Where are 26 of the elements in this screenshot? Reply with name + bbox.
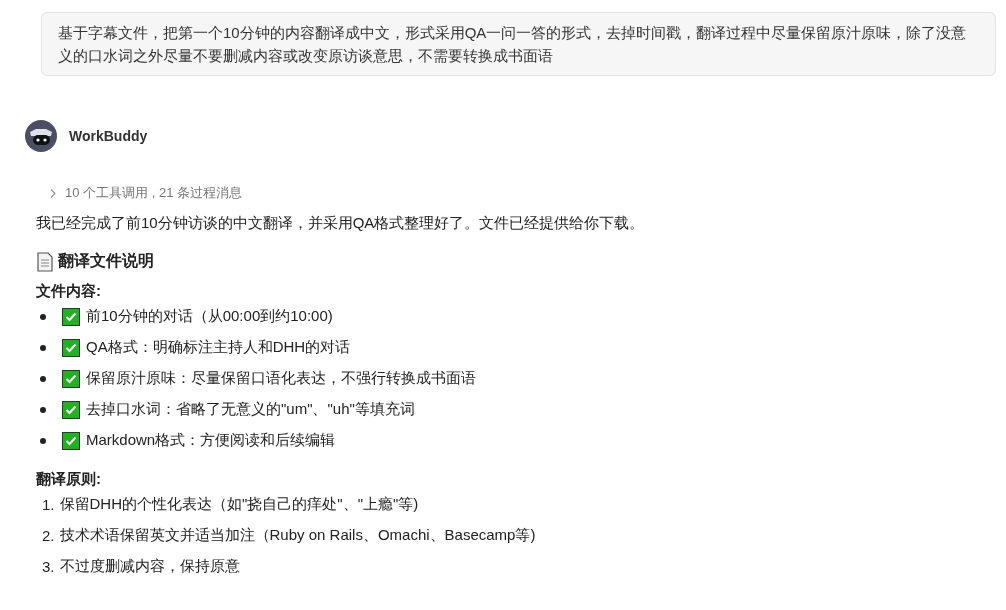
list-number: 3. [42, 558, 55, 575]
subheading: 文件内容: [36, 282, 102, 301]
list-item: 不过度删减内容，保持原意 [59, 557, 240, 576]
document-icon [36, 251, 54, 272]
robot-avatar-icon [25, 120, 57, 152]
list-item: Markdown格式：方便阅读和后续编辑 [86, 431, 336, 450]
list-item: 保留原汁原味：尽量保留口语化表达，不强行转换成书面语 [86, 369, 476, 388]
user-message: 基于字幕文件，把第一个10分钟的内容翻译成中文，形式采用QA一问一答的形式，去掉时间戳，翻译过程中尽量保留原汁原味，除了没意义的口水词之外尽量不要删减内容或改变原访谈意思，不需要转换成书面语 [41, 12, 996, 76]
tool-summary[interactable]: 10 个工具调用 , 21 条过程消息 [65, 184, 242, 202]
list-number: 2. [42, 527, 55, 544]
list-item: 保留DHH的个性化表达（如"挠自己的痒处"、"上瘾"等) [59, 495, 419, 514]
bullet-icon [40, 437, 46, 444]
section-heading: 翻译文件说明 [58, 251, 154, 271]
bullet-icon [40, 406, 46, 413]
assistant-name: WorkBuddy [69, 128, 148, 144]
list-item: 技术术语保留英文并适当加注（Ruby on Rails、Omachi、Basecamp等) [59, 526, 536, 545]
list-item: QA格式：明确标注主持人和DHH的对话 [86, 338, 351, 357]
list-item: 去掉口水词：省略了无意义的"um"、"uh"等填充词 [86, 400, 415, 419]
bullet-icon [40, 344, 46, 351]
subheading: 翻译原则: [36, 470, 102, 489]
list-number: 1. [42, 496, 55, 513]
bullet-icon [40, 313, 46, 320]
reply-text: 我已经完成了前10分钟访谈的中文翻译，并采用QA格式整理好了。文件已经提供给你下载。 [36, 214, 646, 233]
bullet-icon [40, 375, 46, 382]
list-item: 前10分钟的对话（从00:00到约10:00) [86, 307, 333, 326]
chevron-icon[interactable] [48, 187, 57, 199]
